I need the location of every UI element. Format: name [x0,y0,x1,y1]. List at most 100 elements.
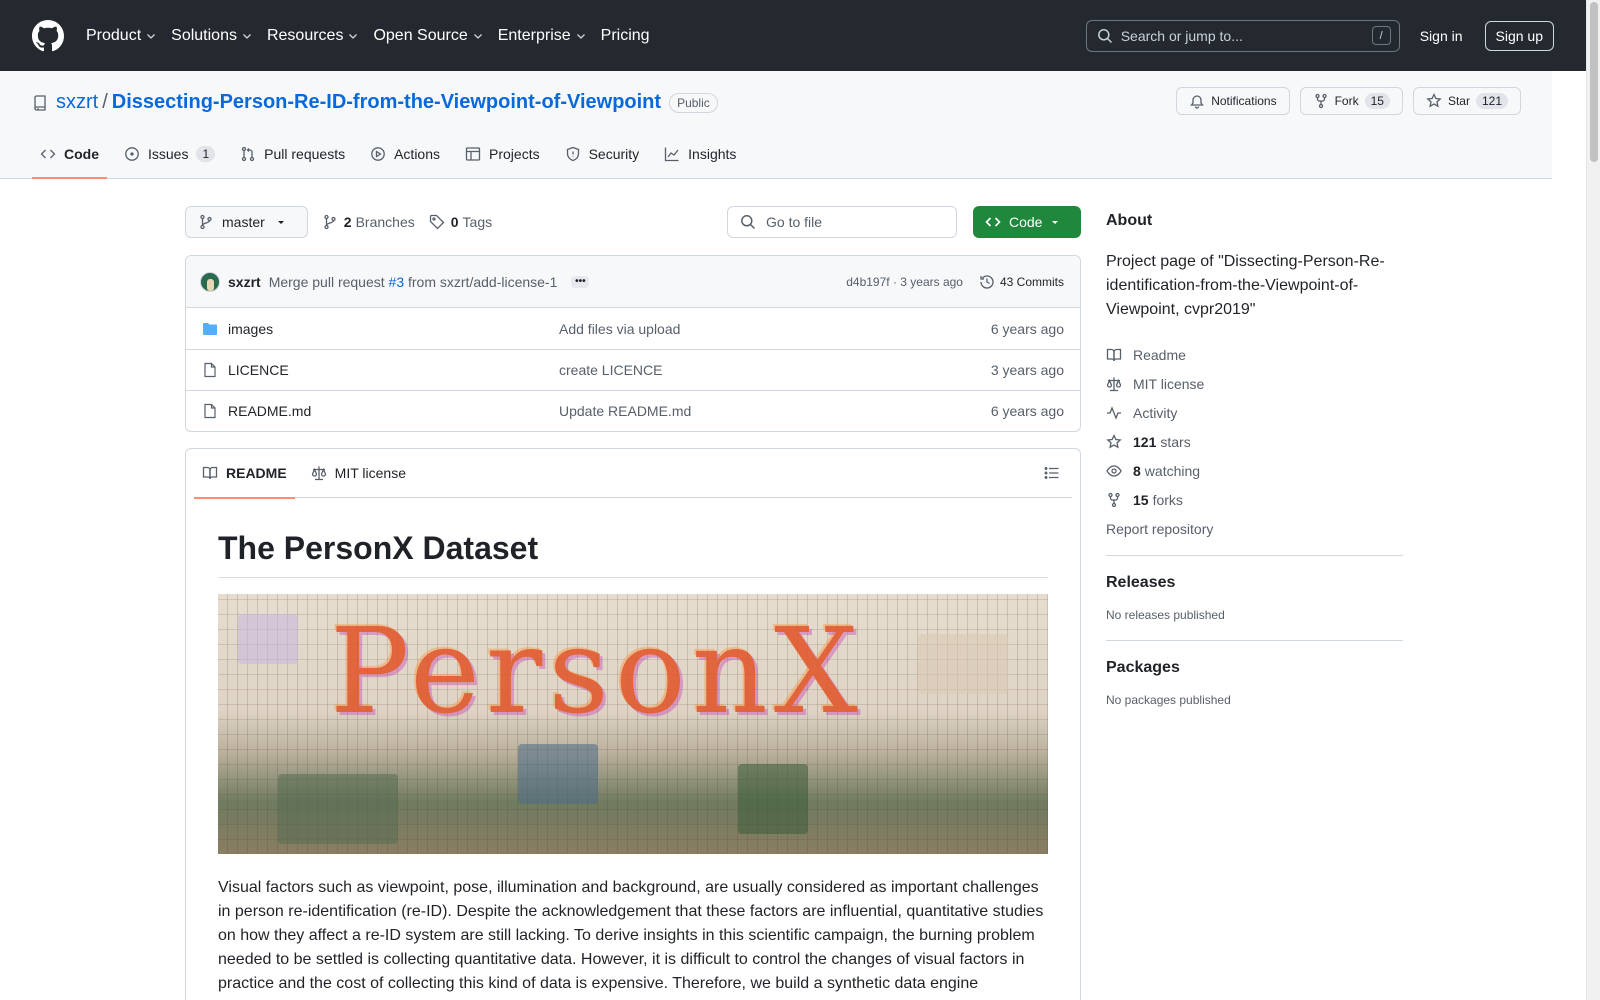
about-description: Project page of "Dissecting-Person-Re-id… [1106,253,1385,318]
tab-projects[interactable]: Projects [457,130,548,178]
fork-icon [1106,492,1133,508]
nav-label: Enterprise [497,26,571,44]
tab-pull-requests[interactable]: Pull requests [232,130,353,178]
repo-owner-link[interactable]: sxzrt [56,91,98,114]
sidebar-label: MIT license [1133,375,1205,392]
fork-button[interactable]: Fork 15 [1299,87,1403,115]
commit-author-link[interactable]: sxzrt [228,274,261,290]
file-row[interactable]: LICENCE create LICENCE 3 years ago [186,349,1080,390]
packages-heading[interactable]: Packages [1106,659,1403,677]
shield-icon [565,146,589,162]
tab-label: Actions [394,146,441,162]
search-icon [740,214,766,230]
chevron-down-icon [472,30,484,42]
notifications-button[interactable]: Notifications [1176,87,1290,115]
law-icon [311,465,335,481]
file-row[interactable]: images Add files via upload 6 years ago [186,308,1080,349]
notifications-label: Notifications [1211,94,1277,108]
readme-tab-label: README [226,465,287,481]
tags-link[interactable]: 0 Tags [429,214,492,230]
sidebar-link-forks[interactable]: 15 forks [1106,485,1403,514]
avatar[interactable] [200,271,220,292]
file-browser: sxzrt Merge pull request #3 from sxzrt/a… [185,255,1081,432]
file-commit-link[interactable]: Add files via upload [559,321,991,337]
sign-in-link[interactable]: Sign in [1420,28,1463,44]
tab-label: Insights [688,146,737,162]
file-row[interactable]: README.md Update README.md 6 years ago [186,390,1080,431]
repo-name-link[interactable]: Dissecting-Person-Re-ID-from-the-Viewpoi… [112,91,661,114]
repo-sidebar: About Project page of "Dissecting-Person… [1106,206,1403,707]
readme-tab-mit-license[interactable]: MIT license [303,449,414,498]
nav-label: Resources [266,26,344,44]
scrollbar-thumb[interactable] [1590,2,1598,162]
page-scrollbar[interactable] [1586,0,1600,1000]
file-toolbar: master 2 Branches 0 Tags Go to file Code [185,206,1081,238]
sidebar-link-mit-license[interactable]: MIT license [1106,369,1403,398]
nav-label: Open Source [373,26,468,44]
nav-product[interactable]: Product [86,27,157,45]
nav-open-source[interactable]: Open Source [373,27,483,45]
nav-label: Solutions [171,26,237,44]
branches-link[interactable]: 2 Branches [322,214,415,230]
sidebar-count: 15 [1133,491,1149,508]
file-name-link[interactable]: images [228,321,559,337]
file-commit-link[interactable]: create LICENCE [559,362,991,378]
tab-insights[interactable]: Insights [656,130,744,178]
sidebar-link-readme[interactable]: Readme [1106,340,1403,369]
pull-request-link[interactable]: #3 [389,274,405,290]
sidebar-link-activity[interactable]: Activity [1106,398,1403,427]
pulse-icon [1106,405,1133,421]
tags-label: Tags [462,214,493,230]
nav-enterprise[interactable]: Enterprise [498,27,587,45]
releases-heading[interactable]: Releases [1106,574,1403,592]
global-search-input[interactable]: Search or jump to... / [1085,19,1400,52]
bell-icon [1189,93,1211,109]
tab-code[interactable]: Code [32,130,107,179]
banner-patch [738,764,808,834]
search-icon [1097,28,1113,44]
file-age-link[interactable]: 3 years ago [991,362,1064,378]
readme-tab-readme[interactable]: README [194,449,295,499]
commit-sha-and-age[interactable]: d4b197f · 3 years ago [846,275,963,289]
github-logo-icon[interactable] [32,19,86,52]
file-commit-link[interactable]: Update README.md [559,403,991,419]
sidebar-link-stars[interactable]: 121 stars [1106,427,1403,456]
sidebar-label: watching [1144,462,1201,479]
go-to-file-input[interactable]: Go to file [727,206,957,238]
star-button[interactable]: Star 121 [1412,87,1521,115]
nav-pricing[interactable]: Pricing [601,27,650,45]
outline-list-icon[interactable] [1044,465,1060,481]
report-repository-link[interactable]: Report repository [1106,514,1403,543]
file-name-link[interactable]: README.md [228,403,559,419]
sign-up-button[interactable]: Sign up [1484,20,1554,51]
nav-label: Pricing [600,26,650,44]
tab-issues[interactable]: Issues 1 [116,130,223,178]
sidebar-count: 121 [1133,433,1157,450]
readme-content: The PersonX Dataset PersonX Visual facto… [186,498,1080,996]
readme-tabs: README MIT license [194,449,1072,499]
commit-history-link[interactable]: 43 Commits [979,274,1064,290]
sidebar-link-watching[interactable]: 8 watching [1106,456,1403,485]
branch-selector-button[interactable]: master [185,206,308,238]
nav-resources[interactable]: Resources [267,27,359,45]
divider [1106,555,1403,556]
tab-security[interactable]: Security [557,130,648,178]
tab-counter: 1 [196,146,216,162]
expand-commit-message-button[interactable]: ••• [571,275,590,288]
chevron-down-icon [145,30,157,42]
code-dropdown-button[interactable]: Code [973,206,1081,238]
file-name-link[interactable]: LICENCE [228,362,559,378]
commit-message[interactable]: Merge pull request #3 from sxzrt/add-lic… [269,274,558,290]
tab-actions[interactable]: Actions [362,130,448,178]
file-age-link[interactable]: 6 years ago [991,321,1064,337]
tab-label: Code [64,146,99,162]
tab-label: Issues [148,146,189,162]
tab-label: Projects [489,146,540,162]
nav-solutions[interactable]: Solutions [171,27,253,45]
banner-patch [278,774,398,844]
eye-icon [1106,463,1133,479]
file-age-link[interactable]: 6 years ago [991,403,1064,419]
personx-banner-image[interactable]: PersonX [218,594,1048,854]
issue-icon [124,146,148,162]
search-shortcut-key: / [1371,26,1391,45]
